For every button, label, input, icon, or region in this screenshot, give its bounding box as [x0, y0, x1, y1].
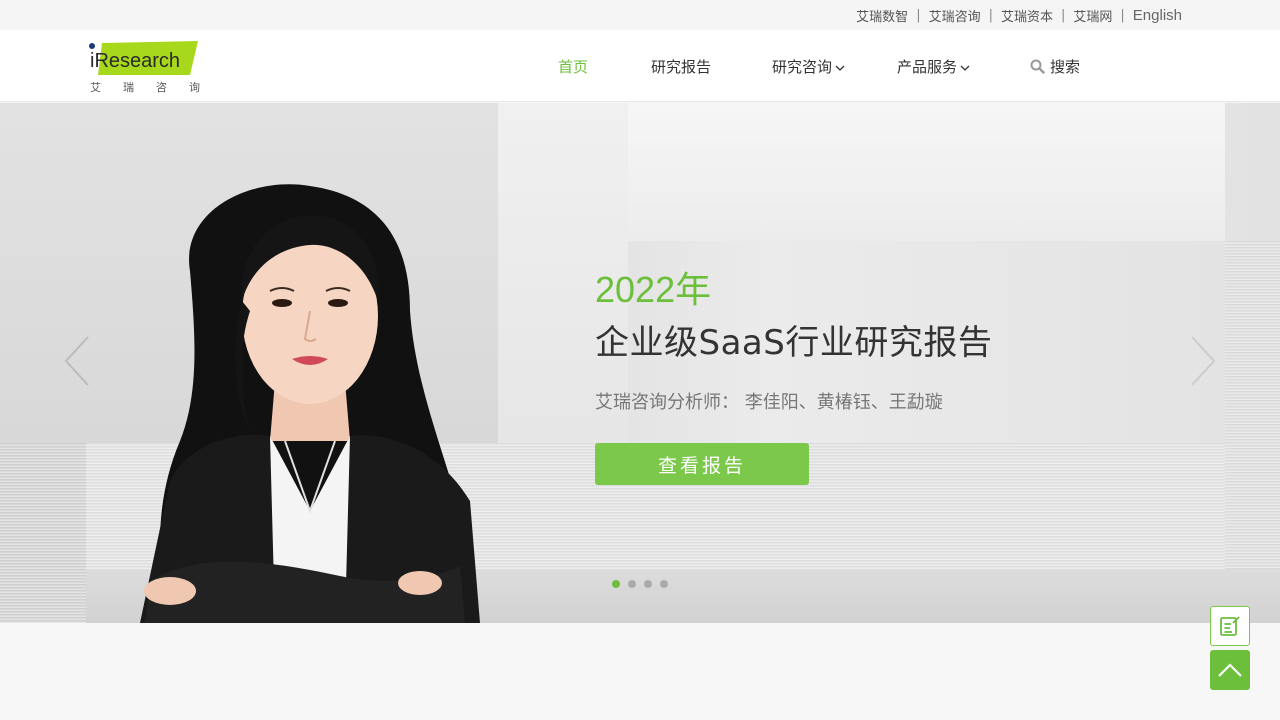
- carousel-prev-arrow-icon[interactable]: [62, 335, 92, 387]
- banner-title: 企业级SaaS行业研究报告: [595, 323, 993, 363]
- logo-subtitle-char: 询: [189, 81, 200, 94]
- topbar-link-aiwei-shuzhi[interactable]: 艾瑞数智: [856, 6, 908, 25]
- separator: |: [988, 8, 993, 23]
- chevron-down-icon: [960, 65, 970, 71]
- search-label: 搜索: [1050, 57, 1081, 76]
- logo-subtitle-char: 艾: [90, 81, 101, 94]
- feedback-button[interactable]: [1210, 606, 1250, 646]
- chevron-up-icon: [1218, 663, 1242, 677]
- logo-subtitle: 艾 瑞 咨 询: [90, 79, 200, 95]
- separator: |: [1061, 8, 1066, 23]
- banner-year: 2022年: [595, 269, 712, 310]
- chevron-down-icon: [835, 65, 845, 71]
- view-report-button[interactable]: 查看报告: [595, 443, 809, 485]
- logo[interactable]: iResearch 艾 瑞 咨 询: [88, 39, 200, 95]
- nav-item-research-reports[interactable]: 研究报告: [651, 30, 711, 102]
- logo-mark: iResearch: [89, 41, 198, 75]
- topbar-links: 艾瑞数智 | 艾瑞咨询 | 艾瑞资本 | 艾瑞网 | English: [856, 6, 1182, 25]
- nav-item-label: 产品服务: [897, 57, 958, 76]
- banner-authors: 艾瑞咨询分析师： 李佳阳、黄椿钰、王勐璇: [595, 392, 943, 413]
- background-stripes: [0, 443, 86, 623]
- carousel-next-arrow-icon[interactable]: [1188, 335, 1218, 387]
- site-header: iResearch 艾 瑞 咨 询 首页 研究报告 研究咨询 产品服务 搜索: [0, 30, 1280, 102]
- carousel-dot[interactable]: [644, 580, 652, 588]
- logo-wordmark: iResearch: [90, 50, 180, 72]
- nav-item-label: 研究咨询: [772, 57, 833, 76]
- back-to-top-button[interactable]: [1210, 650, 1250, 690]
- logo-subtitle-char: 瑞: [123, 81, 134, 94]
- nav-item-label: 首页: [558, 57, 589, 76]
- topbar-link-english[interactable]: English: [1133, 7, 1182, 24]
- topbar-link-iresearch-capital[interactable]: 艾瑞资本: [1001, 6, 1053, 25]
- edit-note-icon: [1220, 616, 1240, 636]
- carousel-pagination: [612, 580, 668, 588]
- main-nav: 首页 研究报告 研究咨询 产品服务 搜索: [540, 30, 1080, 102]
- nav-item-label: 研究报告: [651, 57, 712, 76]
- search-button[interactable]: 搜索: [1030, 30, 1080, 102]
- search-icon: [1030, 59, 1045, 74]
- topbar-link-iresearch-consulting[interactable]: 艾瑞咨询: [929, 6, 981, 25]
- nav-item-home[interactable]: 首页: [558, 30, 588, 102]
- background-panel: [628, 103, 1225, 241]
- separator: |: [1120, 8, 1125, 23]
- background-stripes: [1225, 241, 1280, 571]
- nav-item-research-consulting[interactable]: 研究咨询: [772, 30, 845, 102]
- carousel-dot[interactable]: [628, 580, 636, 588]
- analyst-portrait: [140, 184, 480, 623]
- hero-carousel: 2022年 企业级SaaS行业研究报告 艾瑞咨询分析师： 李佳阳、黄椿钰、王勐璇…: [0, 103, 1280, 623]
- carousel-dot[interactable]: [660, 580, 668, 588]
- nav-item-products-services[interactable]: 产品服务: [897, 30, 970, 102]
- logo-subtitle-char: 咨: [156, 81, 167, 94]
- carousel-dot[interactable]: [612, 580, 620, 588]
- top-utility-bar: 艾瑞数智 | 艾瑞咨询 | 艾瑞资本 | 艾瑞网 | English: [0, 0, 1280, 30]
- topbar-link-iresearch-net[interactable]: 艾瑞网: [1073, 6, 1112, 25]
- separator: |: [916, 8, 921, 23]
